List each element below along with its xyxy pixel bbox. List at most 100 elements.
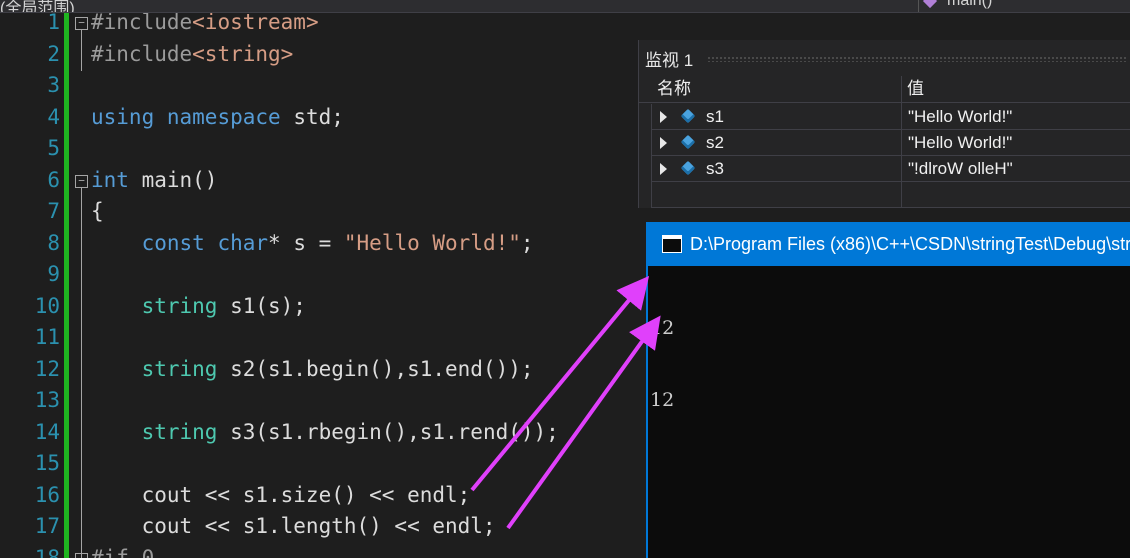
code-text: using namespace std; <box>91 102 344 133</box>
watch-variable-value[interactable]: "!dlroW olleH" <box>908 156 1013 181</box>
line-number: 10 <box>34 293 60 318</box>
fold-toggle-icon[interactable]: − <box>75 174 88 188</box>
code-token: <string> <box>192 41 294 66</box>
code-token: string <box>141 419 218 444</box>
code-line[interactable]: 3 <box>0 70 638 101</box>
code-line[interactable]: 9 <box>0 259 638 290</box>
watch-variable-value[interactable]: "Hello World!" <box>908 130 1012 155</box>
code-line[interactable]: 5 <box>0 133 638 164</box>
code-text: string s3(s1.rbegin(),s1.rend()); <box>91 417 559 448</box>
function-dropdown-label: main() <box>947 0 993 9</box>
code-text: string s2(s1.begin(),s1.end()); <box>91 354 534 385</box>
column-header-name[interactable]: 名称 <box>657 76 691 102</box>
code-line[interactable]: 10 string s1(s); <box>0 291 638 322</box>
console-titlebar[interactable]: D:\Program Files (x86)\C++\CSDN\stringTe… <box>648 222 1130 266</box>
code-token: char <box>217 230 269 255</box>
code-line[interactable]: 4 using namespace std; <box>0 102 638 133</box>
code-token: s1(s); <box>217 293 306 318</box>
code-line[interactable]: 17 cout << s1.length() << endl; <box>0 511 638 542</box>
code-token: namespace <box>166 104 281 129</box>
code-token: main() <box>128 167 218 192</box>
watch-row[interactable]: s3 "!dlroW olleH" <box>651 156 1130 182</box>
code-token: * s = <box>268 230 344 255</box>
console-title: D:\Program Files (x86)\C++\CSDN\stringTe… <box>690 234 1130 254</box>
code-token: string <box>141 293 218 318</box>
line-number: 5 <box>47 136 60 160</box>
line-number: 6 <box>47 167 60 192</box>
code-text: #include<string> <box>91 39 293 70</box>
console-output: 12 12 <box>650 268 674 460</box>
code-line[interactable]: 7{ <box>0 196 638 227</box>
line-number: 12 <box>34 356 60 381</box>
function-dropdown[interactable]: main() <box>918 0 1130 12</box>
line-number: 14 <box>34 419 60 444</box>
variable-object-icon <box>680 134 696 150</box>
line-number: 18 <box>34 545 60 558</box>
watch-variable-name: s2 <box>706 133 724 152</box>
code-line[interactable]: 8 const char* s = "Hello World!"; <box>0 228 638 259</box>
line-number: 8 <box>47 230 60 255</box>
code-token: cout << s1.size() << endl; <box>91 482 471 507</box>
code-line[interactable]: 18−#if 0 <box>0 543 638 558</box>
variable-object-icon <box>680 160 696 176</box>
code-line[interactable]: 6 − int main() <box>0 165 638 196</box>
code-token: string <box>141 356 218 381</box>
code-line[interactable]: 1 − #include<iostream> <box>0 13 638 38</box>
code-line[interactable]: 2 #include<string> <box>0 39 638 70</box>
line-number: 3 <box>47 73 60 97</box>
fold-toggle-icon[interactable]: − <box>75 17 88 30</box>
code-token: cout << s1.length() << endl; <box>91 514 496 538</box>
watch-empty-row[interactable] <box>651 182 1130 208</box>
code-token: { <box>91 199 104 223</box>
code-token: #include <box>91 41 193 66</box>
line-number: 1 <box>47 13 60 34</box>
panel-grip[interactable] <box>707 56 1127 62</box>
line-number: 15 <box>34 451 60 475</box>
line-number: 7 <box>47 199 60 223</box>
code-line[interactable]: 12 string s2(s1.begin(),s1.end()); <box>0 354 638 385</box>
code-token: int <box>91 167 129 192</box>
code-line[interactable]: 13 <box>0 385 638 416</box>
fold-guide <box>81 187 82 558</box>
fold-guide <box>81 30 82 71</box>
code-text: int main() <box>91 165 217 196</box>
code-token: using <box>91 104 155 129</box>
code-line[interactable]: 16 cout << s1.size() << endl; <box>0 480 638 511</box>
variable-object-icon <box>680 108 696 124</box>
watch-window: 监视 1 名称 值 s1 "Hello World!" s2 "Hello World… <box>638 40 1130 208</box>
code-text: string s1(s); <box>91 291 306 322</box>
line-number: 16 <box>34 482 60 507</box>
line-number: 2 <box>47 41 60 66</box>
column-header-value[interactable]: 值 <box>907 76 924 102</box>
code-text: #if 0 <box>91 543 154 558</box>
watch-variable-value[interactable]: "Hello World!" <box>908 104 1012 129</box>
code-token: s3(s1.rbegin(),s1.rend()); <box>217 419 559 444</box>
code-token: #include <box>91 13 193 34</box>
watch-row[interactable]: s1 "Hello World!" <box>651 104 1130 130</box>
code-line[interactable]: 11 <box>0 322 638 353</box>
code-token: s2(s1.begin(),s1.end()); <box>217 356 534 381</box>
expand-arrow-icon[interactable] <box>660 137 667 149</box>
expand-arrow-icon[interactable] <box>660 163 667 175</box>
code-line[interactable]: 14 string s3(s1.rbegin(),s1.rend()); <box>0 417 638 448</box>
scope-dropdown[interactable]: (全局范围) <box>0 0 75 12</box>
code-line[interactable]: 15 <box>0 448 638 479</box>
code-text: cout << s1.size() << endl; <box>91 480 471 511</box>
expand-arrow-icon[interactable] <box>660 111 667 123</box>
code-token: "Hello World!" <box>343 230 521 255</box>
line-number: 4 <box>47 104 60 129</box>
console-window[interactable]: D:\Program Files (x86)\C++\CSDN\stringTe… <box>646 222 1130 558</box>
line-number: 13 <box>34 388 60 412</box>
watch-row[interactable]: s2 "Hello World!" <box>651 130 1130 156</box>
code-token: <iostream> <box>192 13 319 34</box>
line-number: 11 <box>34 325 60 349</box>
line-number: 17 <box>34 514 60 538</box>
watch-header-row <box>639 76 1130 103</box>
code-editor[interactable]: 1− #include<iostream> 2 #include<string> 3 4 u… <box>0 13 638 558</box>
watch-window-title: 监视 1 <box>645 51 694 70</box>
console-app-icon <box>662 235 682 253</box>
